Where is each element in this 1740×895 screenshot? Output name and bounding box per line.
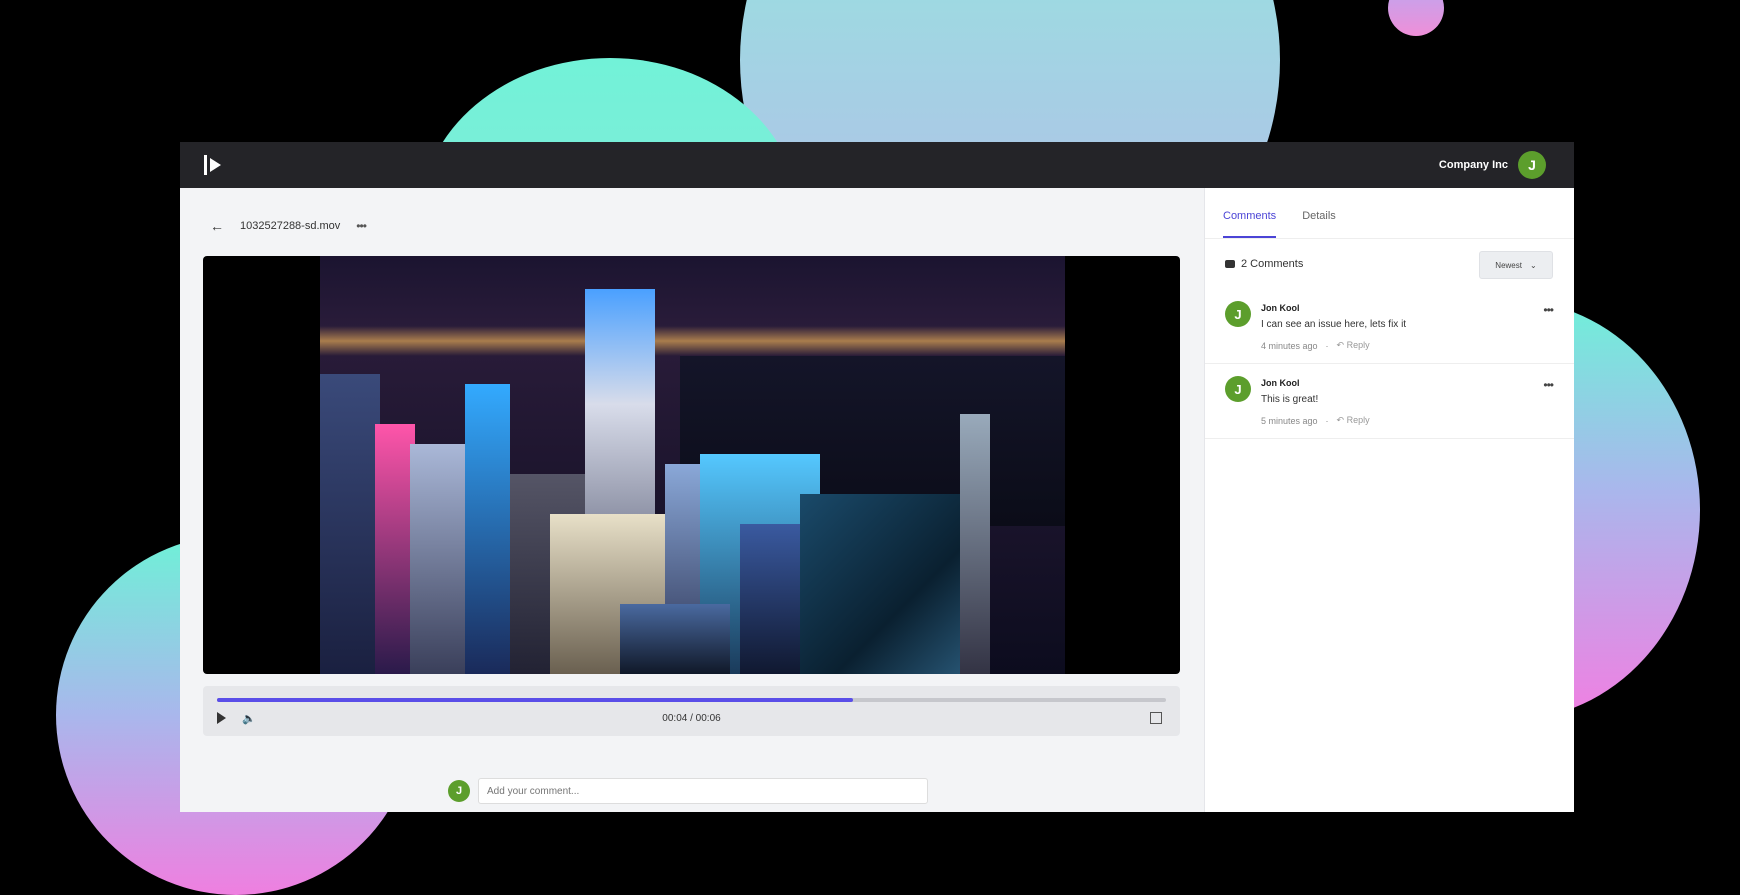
avatar: J: [1225, 301, 1251, 327]
comment-text: I can see an issue here, lets fix it: [1261, 319, 1407, 330]
volume-icon[interactable]: 🔈: [242, 712, 256, 725]
player-controls: 🔈 00:04 / 00:06: [203, 686, 1180, 736]
comment-item: J Jon Kool This is great! 5 minutes ago …: [1205, 364, 1574, 439]
more-dots-icon[interactable]: •••: [356, 219, 367, 233]
reply-label: Reply: [1346, 340, 1370, 350]
comment-item: J Jon Kool I can see an issue here, lets…: [1205, 289, 1574, 364]
reply-button[interactable]: ↶ Reply: [1337, 340, 1370, 351]
file-header: ← 1032527288-sd.mov •••: [210, 218, 367, 234]
progress-track[interactable]: [217, 698, 1166, 702]
account-menu[interactable]: Company Inc J: [1439, 151, 1546, 179]
avatar: J: [448, 780, 470, 802]
comment-time: 4 minutes ago: [1261, 340, 1318, 351]
sort-label: Newest: [1495, 260, 1522, 270]
tab-comments[interactable]: Comments: [1223, 188, 1277, 238]
sidebar-tabs: Comments Details: [1205, 188, 1574, 239]
reply-label: Reply: [1346, 415, 1370, 425]
comment-time: 5 minutes ago: [1261, 415, 1318, 426]
main-panel: ← 1032527288-sd.mov ••• 🔈 00:04 / 00:06 …: [180, 188, 1204, 812]
video-frame: [320, 256, 1065, 674]
comment-composer: J: [448, 778, 928, 804]
time-display: 00:04 / 00:06: [662, 712, 721, 724]
chevron-down-icon: ⌄: [1529, 260, 1537, 270]
separator-dot: ·: [1325, 415, 1329, 426]
comment-author: Jon Kool: [1261, 378, 1300, 388]
play-icon[interactable]: [217, 712, 226, 724]
comment-text: This is great!: [1261, 394, 1319, 405]
company-name: Company Inc: [1438, 159, 1508, 171]
progress-fill: [217, 698, 853, 702]
comments-header: 2 Comments Newest ⌄: [1205, 239, 1574, 289]
avatar: J: [1225, 376, 1251, 402]
chat-icon: [1225, 260, 1235, 268]
decor-blob: [1388, 0, 1444, 36]
more-dots-icon[interactable]: •••: [1543, 378, 1554, 392]
comments-count: 2 Comments: [1241, 258, 1304, 270]
reply-button[interactable]: ↶ Reply: [1337, 415, 1370, 426]
more-dots-icon[interactable]: •••: [1543, 303, 1554, 317]
fullscreen-icon[interactable]: [1150, 712, 1162, 724]
video-player[interactable]: [203, 256, 1180, 674]
separator-dot: ·: [1325, 340, 1329, 351]
comment-author: Jon Kool: [1261, 303, 1300, 313]
back-arrow-icon[interactable]: ←: [210, 218, 224, 234]
comment-input[interactable]: [478, 778, 928, 804]
logo-icon[interactable]: [204, 153, 222, 177]
sort-dropdown[interactable]: Newest ⌄: [1479, 251, 1553, 279]
sidebar: Comments Details 2 Comments Newest ⌄ J J…: [1204, 188, 1574, 812]
avatar[interactable]: J: [1518, 151, 1546, 179]
app-window: Company Inc J ← 1032527288-sd.mov ••• 🔈 …: [180, 142, 1574, 812]
top-bar: Company Inc J: [180, 142, 1574, 188]
file-name: 1032527288-sd.mov: [240, 220, 341, 232]
tab-details[interactable]: Details: [1302, 188, 1336, 238]
